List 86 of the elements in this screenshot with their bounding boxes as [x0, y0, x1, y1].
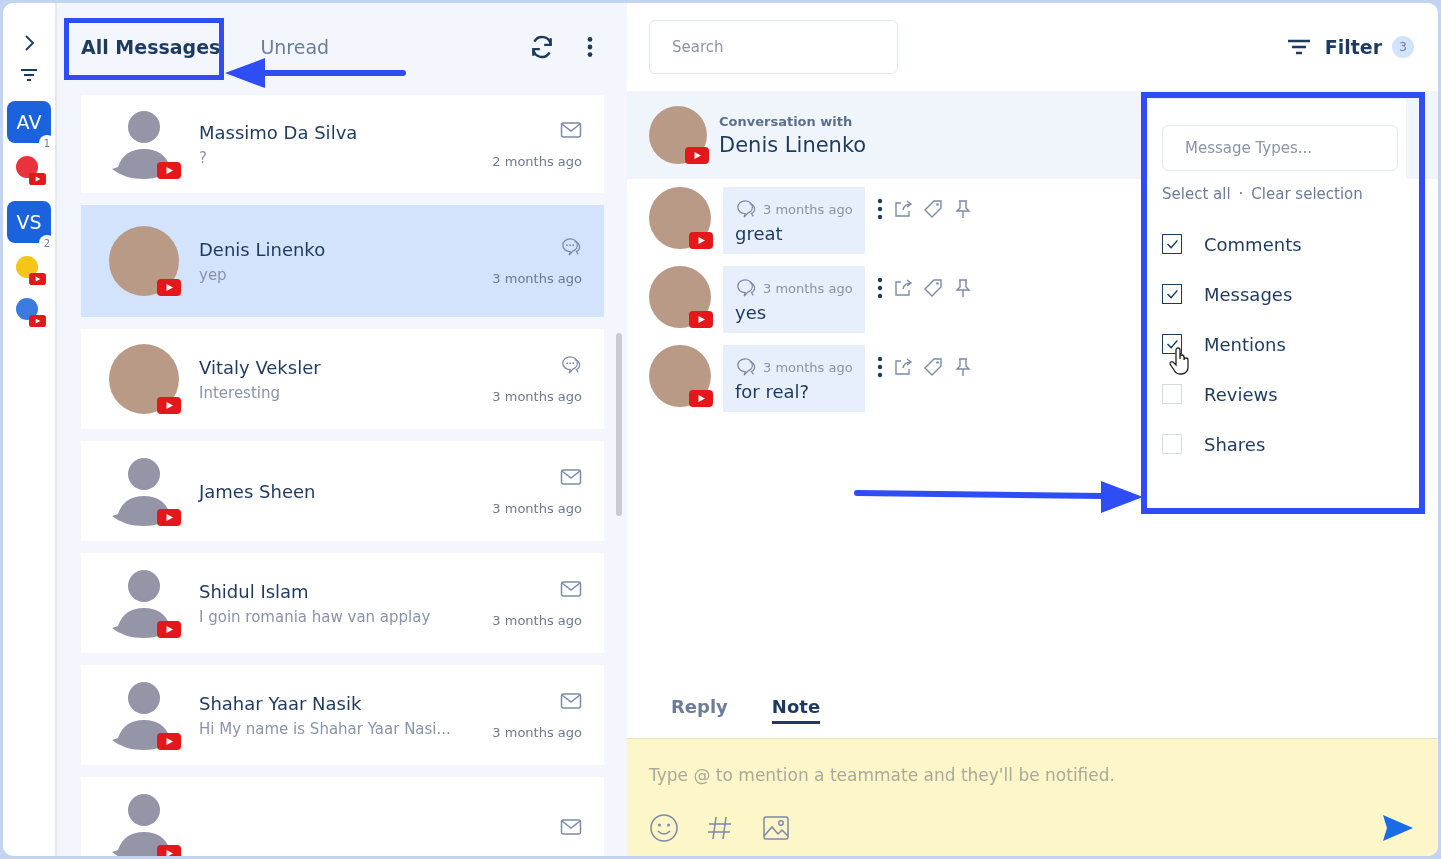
filter-icon — [1286, 37, 1311, 57]
contact-name: Shidul Islam — [199, 580, 310, 602]
tag-icon[interactable] — [922, 357, 943, 377]
count-badge: 3 — [1392, 36, 1414, 58]
message-text: yes — [735, 302, 768, 323]
video-badge-icon — [157, 733, 181, 750]
timestamp: 3 months ago — [492, 612, 582, 628]
avatar-photo-placeholder — [649, 106, 707, 164]
tab[interactable]: Reply — [671, 692, 728, 724]
option-label[interactable]: Reviews — [1204, 383, 1278, 405]
pin-icon[interactable] — [952, 199, 973, 219]
emoji-icon[interactable] — [649, 813, 679, 843]
tag-icon[interactable] — [922, 199, 943, 219]
separator-dot: · — [1238, 185, 1244, 203]
timestamp: 3 months ago — [492, 724, 582, 740]
select-all-link[interactable]: Select all — [1162, 185, 1231, 203]
timestamp: 3 months ago — [492, 388, 582, 404]
message-text: for real? — [735, 381, 811, 402]
conversation-card[interactable]: Vitaly Veksler Interesting 3 months ago — [81, 329, 604, 429]
timestamp: 2 months ago — [492, 153, 582, 169]
contact-name: Denis Linenko — [199, 238, 327, 260]
message-field[interactable]: Type @ to mention a teammate and they'll be notified. — [627, 738, 1438, 810]
video-badge-icon — [157, 621, 181, 638]
contact-name: James Sheen — [199, 480, 317, 502]
checkbox[interactable] — [1162, 234, 1182, 254]
message-preview: ? — [199, 148, 208, 167]
conversation-card[interactable]: Denis Linenko yep 3 months ago — [81, 205, 604, 317]
contact-name: Denis Linenko — [719, 132, 867, 157]
conversation-card[interactable] — [81, 777, 604, 856]
more-options-icon[interactable] — [876, 197, 883, 221]
video-badge-icon — [157, 162, 181, 179]
video-badge-icon — [689, 232, 713, 249]
timestamp: 3 months ago — [492, 270, 582, 286]
header-caption: Conversation with — [719, 113, 854, 129]
video-badge-icon — [685, 147, 709, 164]
video-badge-icon — [689, 311, 713, 328]
conversation-card[interactable]: Shahar Yaar Nasik Hi My name is Shahar Yaar Nasi... 3 months ago — [81, 665, 604, 765]
more-options-icon[interactable] — [876, 355, 883, 379]
share-icon[interactable] — [892, 357, 913, 377]
conversation-card[interactable]: James Sheen 3 months ago — [81, 441, 604, 541]
timestamp: 3 months ago — [763, 359, 853, 375]
checkbox[interactable] — [1162, 284, 1182, 304]
video-badge-icon — [689, 390, 713, 407]
tab[interactable]: All Messages — [71, 28, 231, 66]
pin-icon[interactable] — [952, 278, 973, 298]
search-field[interactable]: Search — [649, 20, 898, 74]
hand-cursor-icon — [1169, 347, 1191, 375]
timestamp: 3 months ago — [763, 201, 853, 217]
message-preview: Interesting — [199, 383, 281, 402]
tab[interactable]: Unread — [250, 28, 340, 66]
contact-name: Vitaly Veksler — [199, 356, 322, 378]
clear-selection-link[interactable]: Clear selection — [1251, 185, 1363, 203]
chat-bubbles-icon — [735, 199, 757, 219]
message-text: great — [735, 223, 784, 244]
conversation-card[interactable]: Shidul Islam I goin romania haw van applay 3 months ago — [81, 553, 604, 653]
video-badge-icon — [29, 315, 46, 327]
timestamp: 3 months ago — [763, 280, 853, 296]
filter-button[interactable]: Filter — [1280, 35, 1388, 59]
chat-bubbles-icon — [735, 357, 757, 377]
video-badge-icon — [157, 279, 181, 296]
tab[interactable]: Note — [771, 692, 821, 724]
more-options-icon[interactable] — [876, 276, 883, 300]
video-badge-icon — [157, 397, 181, 414]
timestamp: 3 months ago — [492, 500, 582, 516]
refresh-icon[interactable] — [529, 34, 555, 60]
video-badge-icon — [29, 273, 46, 285]
chat-bubbles-icon — [735, 278, 757, 298]
video-badge-icon — [29, 173, 46, 185]
message-preview: yep — [199, 265, 228, 284]
image-icon[interactable] — [761, 813, 791, 843]
contact-name: Shahar Yaar Nasik — [199, 692, 363, 714]
message-preview: Hi My name is Shahar Yaar Nasi... — [199, 719, 452, 738]
message-type-field[interactable]: Message Types... — [1162, 125, 1398, 171]
pin-icon[interactable] — [952, 357, 973, 377]
option-label[interactable]: Mentions — [1204, 333, 1286, 355]
tag-icon[interactable] — [922, 278, 943, 298]
option-label[interactable]: Comments — [1204, 233, 1302, 255]
video-badge-icon — [157, 509, 181, 526]
option-label[interactable]: Messages — [1204, 283, 1293, 305]
conversation-card[interactable]: Massimo Da Silva ? 2 months ago — [81, 95, 604, 193]
share-icon[interactable] — [892, 199, 913, 219]
message-preview: I goin romania haw van applay — [199, 607, 432, 626]
share-icon[interactable] — [892, 278, 913, 298]
contact-name: Massimo Da Silva — [199, 121, 359, 143]
option-label[interactable]: Shares — [1204, 433, 1266, 455]
send-icon[interactable] — [1382, 814, 1414, 842]
